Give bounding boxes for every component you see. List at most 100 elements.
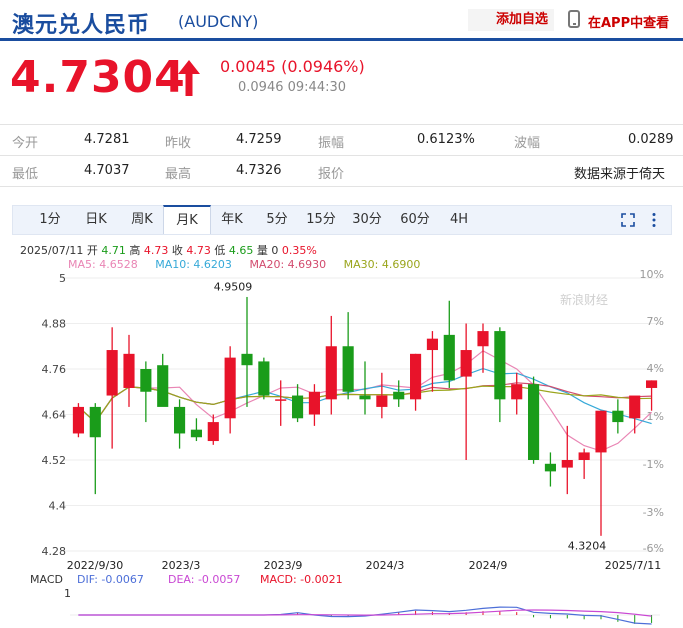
- candle-body: [646, 380, 658, 388]
- extreme-label: 4.9509: [214, 281, 253, 294]
- candle-body: [561, 460, 573, 468]
- candle-body: [106, 350, 118, 396]
- x-axis-labels: 2022/9/30 2023/3 2023/9 2024/3 2024/9 2025/7/…: [67, 559, 661, 572]
- info-close-label: 收: [171, 244, 183, 257]
- stat-value: 0.0289: [628, 132, 674, 147]
- macd-axis-label: 1: [64, 587, 71, 600]
- data-source: 数据来源于倚天: [574, 167, 666, 182]
- add-watchlist-button[interactable]: 添加自选: [468, 9, 554, 31]
- macd-label: MACD: [30, 573, 63, 586]
- info-high: 4.73: [143, 244, 169, 257]
- phone-icon: [568, 10, 580, 28]
- tab-60min[interactable]: 60分: [391, 206, 439, 234]
- candle-body: [140, 369, 152, 392]
- candle-body: [629, 395, 641, 419]
- header: 澳元兑人民币 (AUDCNY) 添加自选 在APP中查看: [0, 0, 683, 41]
- candle-body: [477, 331, 489, 347]
- candle-body: [342, 346, 354, 392]
- price-change: 0.0045 (0.0946%): [220, 57, 365, 76]
- tab-30min[interactable]: 30分: [343, 206, 391, 234]
- candle-body: [359, 395, 371, 400]
- candle-body: [275, 399, 287, 401]
- info-open: 4.71: [101, 244, 126, 257]
- pct-tick-label: -1%: [643, 458, 664, 471]
- stat-label: 昨收: [165, 136, 192, 151]
- info-date: 2025/07/11: [20, 244, 84, 257]
- candle-body: [376, 395, 388, 407]
- stats-row: 今开 4.7281 昨收 4.7259 振幅 0.6123% 波幅 0.0289: [0, 124, 683, 155]
- more-options-icon[interactable]: [651, 212, 657, 228]
- candle-body: [241, 353, 253, 366]
- extreme-label: 4.3204: [568, 540, 607, 553]
- tab-15min[interactable]: 15分: [299, 206, 343, 234]
- candle-body: [123, 353, 135, 388]
- stat-value: 4.7281: [84, 132, 130, 147]
- candle-body: [544, 463, 556, 472]
- kline-chart[interactable]: 5 4.88 4.76 4.64 4.52 4.4 4.28 10% 7% 4% 1% -1% -3%…: [0, 268, 683, 628]
- pct-axis-labels: 10% 7% 4% 1% -1% -3% -6%: [640, 268, 664, 555]
- candle-body: [292, 395, 304, 419]
- tab-monthly[interactable]: 月K: [163, 205, 211, 234]
- header-divider: [0, 38, 683, 41]
- pct-tick-label: -6%: [643, 542, 664, 555]
- candle-body: [494, 331, 506, 400]
- tab-daily[interactable]: 日K: [73, 206, 119, 234]
- candle-body: [511, 384, 523, 400]
- stat-value: 4.7259: [236, 132, 282, 147]
- tab-weekly[interactable]: 周K: [119, 206, 165, 234]
- candle-body: [308, 391, 320, 415]
- pct-tick-label: 4%: [647, 362, 664, 375]
- macd-pane: [70, 606, 660, 625]
- candle-body: [426, 338, 438, 351]
- y-tick-label: 4.76: [42, 363, 67, 376]
- info-low-label: 低: [214, 244, 226, 257]
- candle-body: [325, 346, 337, 400]
- candle-body: [612, 410, 624, 423]
- fullscreen-icon[interactable]: [621, 213, 635, 227]
- y-tick-label: 4.88: [42, 318, 67, 331]
- candle-body: [393, 391, 405, 400]
- candle-body: [72, 406, 84, 434]
- candle-info: 2025/07/11 开 4.71 高 4.73 收 4.73 低 4.65 量…: [20, 242, 317, 258]
- candle-body: [460, 350, 472, 377]
- current-price: 4.7304: [10, 52, 186, 103]
- info-low: 4.65: [228, 244, 254, 257]
- y-tick-label: 4.28: [42, 545, 67, 558]
- watermark: 新浪财经: [560, 292, 608, 307]
- y-tick-label: 4.52: [42, 454, 67, 467]
- quote-time: 0.0946 09:44:30: [238, 80, 347, 95]
- up-arrow-icon: [178, 60, 200, 96]
- tab-5min[interactable]: 5分: [255, 206, 299, 234]
- stat-label: 今开: [12, 136, 39, 151]
- tab-1min[interactable]: 1分: [27, 206, 73, 234]
- candles: [72, 296, 658, 536]
- y-axis-labels: 5 4.88 4.76 4.64 4.52 4.4 4.28: [42, 272, 67, 558]
- annotations: 4.9509 4.3204: [214, 281, 607, 553]
- candle-body: [89, 406, 101, 438]
- x-tick-label: 2023/3: [162, 559, 201, 572]
- x-tick-label: 2022/9/30: [67, 559, 123, 572]
- stat-value: 4.7037: [84, 163, 130, 178]
- candle-body: [157, 365, 169, 407]
- pair-code: (AUDCNY): [178, 12, 259, 31]
- candle-body: [410, 353, 422, 400]
- candle-body: [595, 410, 607, 453]
- info-high-label: 高: [129, 244, 141, 257]
- info-close: 4.73: [186, 244, 211, 257]
- candle-body: [528, 384, 540, 460]
- tab-4h[interactable]: 4H: [439, 206, 479, 234]
- open-in-app-link[interactable]: 在APP中查看: [588, 12, 669, 31]
- stats-row: 最低 4.7037 最高 4.7326 报价 数据来源于倚天: [0, 155, 683, 187]
- x-tick-label: 2025/7/11: [605, 559, 661, 572]
- macd-dif: DIF: -0.0067: [77, 573, 144, 586]
- stat-label: 波幅: [514, 136, 541, 151]
- pct-tick-label: 10%: [640, 268, 664, 281]
- tab-yearly[interactable]: 年K: [209, 206, 255, 234]
- stat-value: 0.6123%: [417, 132, 475, 147]
- info-open-label: 开: [86, 244, 98, 257]
- y-tick-label: 4.64: [42, 409, 67, 422]
- candle-body: [174, 406, 186, 434]
- candle-body: [207, 422, 219, 442]
- info-vol: 0: [271, 244, 279, 257]
- chart-grid: [62, 277, 660, 552]
